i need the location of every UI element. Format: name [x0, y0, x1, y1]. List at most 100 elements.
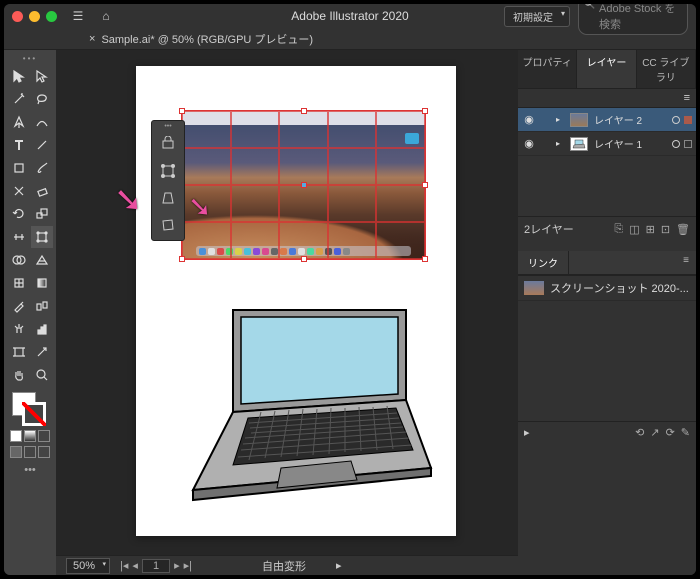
rectangle-tool[interactable]: [8, 157, 30, 179]
hand-tool[interactable]: [8, 364, 30, 386]
width-tool[interactable]: [8, 226, 30, 248]
handle-s[interactable]: [301, 256, 307, 262]
selection-tool[interactable]: [8, 65, 30, 87]
next-artboard-button[interactable]: ▸: [174, 559, 180, 573]
shape-builder-tool[interactable]: [8, 249, 30, 271]
home-icon[interactable]: ⌂: [97, 8, 115, 24]
prev-artboard-button[interactable]: ◂: [132, 559, 138, 573]
type-tool[interactable]: [8, 134, 30, 156]
color-mode-solid[interactable]: [10, 430, 22, 442]
link-item[interactable]: スクリーンショット 2020-...: [518, 276, 696, 301]
links-panel-menu-button[interactable]: ≡: [676, 251, 696, 274]
locate-object-button[interactable]: ⎘: [614, 223, 623, 236]
last-artboard-button[interactable]: ▸|: [184, 559, 192, 573]
magic-wand-tool[interactable]: [8, 88, 30, 110]
tab-properties[interactable]: プロパティ: [518, 50, 577, 88]
minimize-window-button[interactable]: [29, 11, 40, 22]
perspective-distort-button[interactable]: [154, 185, 182, 211]
free-distort-button[interactable]: [154, 212, 182, 238]
handle-center[interactable]: [301, 182, 307, 188]
document-tab[interactable]: Sample.ai* @ 50% (RGB/GPU プレビュー): [101, 31, 313, 47]
target-icon[interactable]: [672, 140, 680, 148]
perspective-grid-tool[interactable]: [31, 249, 53, 271]
rotate-tool[interactable]: [8, 203, 30, 225]
eraser-tool[interactable]: [31, 180, 53, 202]
target-icon[interactable]: [672, 116, 680, 124]
visibility-toggle[interactable]: ◉: [522, 113, 536, 126]
gradient-tool[interactable]: [31, 272, 53, 294]
new-layer-button[interactable]: ⊡: [661, 223, 670, 236]
zoom-dropdown[interactable]: 50%: [66, 558, 110, 574]
maximize-window-button[interactable]: [46, 11, 57, 22]
symbol-sprayer-tool[interactable]: [8, 318, 30, 340]
edit-toolbar-button[interactable]: •••: [12, 464, 48, 476]
column-graph-tool[interactable]: [31, 318, 53, 340]
relink-button[interactable]: ⟲: [635, 426, 644, 439]
status-mode: 自由変形: [262, 558, 306, 574]
delete-layer-button[interactable]: 🗑: [676, 223, 690, 236]
edit-original-button[interactable]: ✎: [681, 426, 690, 439]
update-link-button[interactable]: ⟳: [666, 426, 675, 439]
direct-selection-tool[interactable]: [31, 65, 53, 87]
close-tab-button[interactable]: ×: [89, 33, 95, 45]
stock-search-input[interactable]: Adobe Stock を検索: [578, 4, 688, 35]
layer-row[interactable]: ◉ ▸ レイヤー 1: [518, 132, 696, 156]
expand-layer-button[interactable]: ▸: [556, 139, 566, 148]
panel-menu-button[interactable]: ≡: [684, 92, 690, 104]
selection-indicator[interactable]: [684, 140, 692, 148]
visibility-toggle[interactable]: ◉: [522, 137, 536, 150]
draw-inside[interactable]: [38, 446, 50, 458]
free-transform-button[interactable]: [154, 158, 182, 184]
constrain-button[interactable]: [154, 131, 182, 157]
paintbrush-tool[interactable]: [31, 157, 53, 179]
new-sublayer-button[interactable]: ⊞: [646, 223, 655, 236]
handle-ne[interactable]: [422, 108, 428, 114]
handle-se[interactable]: [422, 256, 428, 262]
stroke-swatch[interactable]: [22, 402, 46, 426]
scale-tool[interactable]: [31, 203, 53, 225]
blend-tool[interactable]: [31, 295, 53, 317]
curvature-tool[interactable]: [31, 111, 53, 133]
zoom-tool[interactable]: [31, 364, 53, 386]
handle-n[interactable]: [301, 108, 307, 114]
free-transform-tool[interactable]: [31, 226, 53, 248]
tab-cc-libraries[interactable]: CC ライブラリ: [637, 50, 696, 88]
line-tool[interactable]: [31, 134, 53, 156]
laptop-illustration[interactable]: [171, 300, 441, 510]
make-clipping-mask-button[interactable]: ◫: [629, 223, 639, 236]
selection-indicator[interactable]: [684, 116, 692, 124]
free-transform-panel[interactable]: •••: [151, 120, 185, 241]
layer-name[interactable]: レイヤー 1: [592, 136, 668, 151]
show-link-info-button[interactable]: ▸: [524, 426, 530, 439]
selected-image[interactable]: [181, 110, 426, 260]
color-mode-none[interactable]: [38, 430, 50, 442]
expand-layer-button[interactable]: ▸: [556, 115, 566, 124]
status-menu-button[interactable]: ▸: [336, 559, 342, 572]
handle-e[interactable]: [422, 182, 428, 188]
layer-name[interactable]: レイヤー 2: [592, 112, 668, 127]
close-window-button[interactable]: [12, 11, 23, 22]
links-tab[interactable]: リンク: [518, 251, 569, 274]
workspace-dropdown[interactable]: 初期設定: [504, 6, 570, 27]
mesh-tool[interactable]: [8, 272, 30, 294]
draw-normal[interactable]: [10, 446, 22, 458]
color-swatches[interactable]: [10, 392, 50, 428]
canvas[interactable]: •••: [56, 50, 518, 555]
slice-tool[interactable]: [31, 341, 53, 363]
pen-tool[interactable]: [8, 111, 30, 133]
draw-behind[interactable]: [24, 446, 36, 458]
tab-layers[interactable]: レイヤー: [577, 50, 636, 88]
hamburger-icon[interactable]: ☰: [69, 8, 87, 24]
lasso-tool[interactable]: [31, 88, 53, 110]
shaper-tool[interactable]: [8, 180, 30, 202]
layer-count: 2レイヤー: [524, 221, 574, 237]
artboard-number[interactable]: 1: [142, 559, 170, 573]
artboard-tool[interactable]: [8, 341, 30, 363]
handle-nw[interactable]: [179, 108, 185, 114]
eyedropper-tool[interactable]: [8, 295, 30, 317]
handle-sw[interactable]: [179, 256, 185, 262]
go-to-link-button[interactable]: ↗: [650, 426, 659, 439]
color-mode-gradient[interactable]: [24, 430, 36, 442]
first-artboard-button[interactable]: |◂: [120, 559, 128, 573]
layer-row[interactable]: ◉ ▸ レイヤー 2: [518, 108, 696, 132]
